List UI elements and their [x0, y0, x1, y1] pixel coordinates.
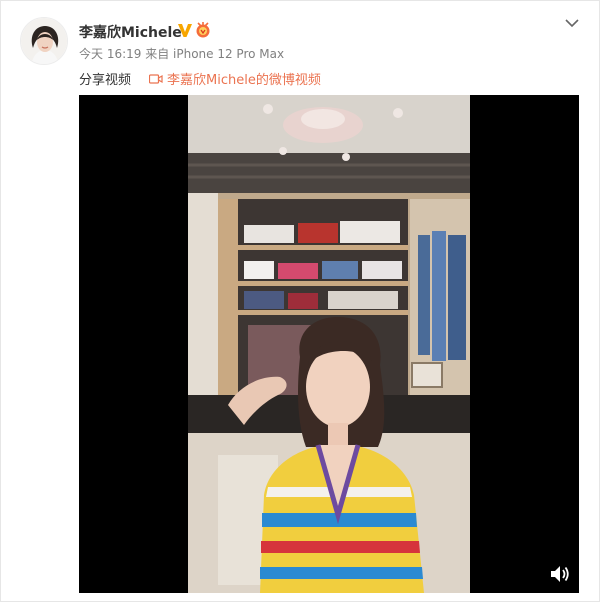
video-link-label: 李嘉欣Michele的微博视频 — [167, 73, 321, 88]
verified-v-icon — [178, 24, 192, 37]
member-medal-icon[interactable] — [195, 21, 211, 39]
video-frame[interactable] — [188, 95, 470, 593]
weibo-post-card: 李嘉欣Michele 今天 16:19 来自 iPhone 12 Pro Max… — [0, 0, 600, 602]
post-meta: 今天 16:19 来自 iPhone 12 Pro Max — [79, 47, 285, 61]
avatar[interactable] — [20, 17, 68, 65]
author-name[interactable]: 李嘉欣Michele — [79, 22, 182, 42]
post-text: 分享视频 — [79, 73, 132, 88]
video-camera-icon — [149, 73, 163, 84]
chevron-down-icon[interactable] — [562, 15, 582, 31]
volume-icon[interactable] — [549, 564, 571, 584]
video-link[interactable]: 李嘉欣Michele的微博视频 — [149, 69, 321, 88]
video-player[interactable] — [79, 95, 579, 593]
